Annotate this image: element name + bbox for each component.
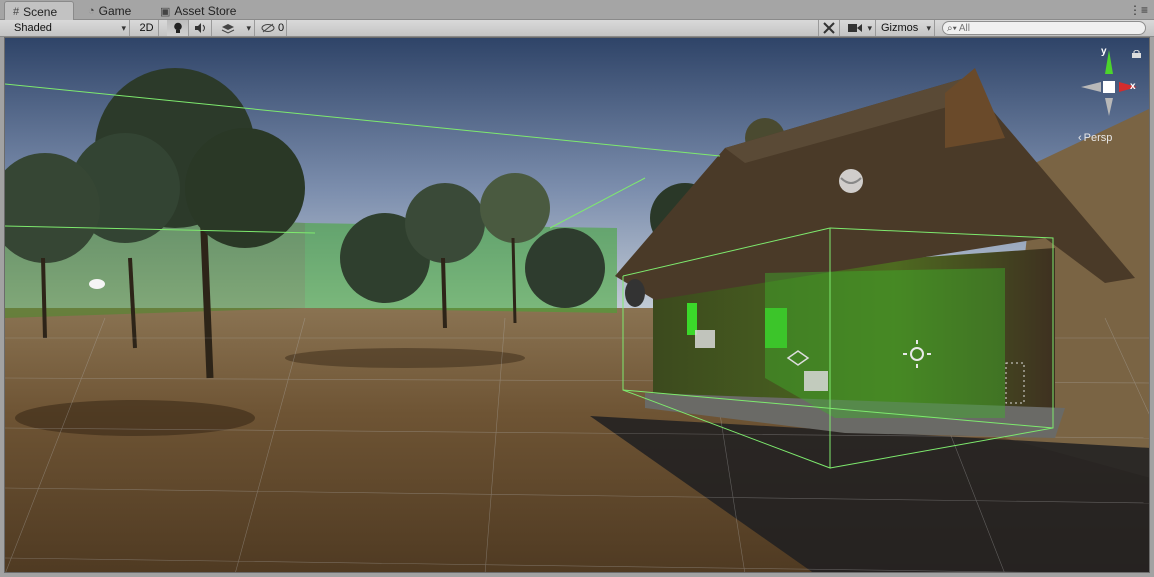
tab-scene-label: Scene: [23, 4, 58, 19]
scene-grid-icon: #: [13, 5, 20, 18]
lightbulb-icon: [173, 22, 182, 33]
chevron-left-icon: ‹: [1078, 132, 1082, 144]
x-axis-label: x: [1130, 81, 1136, 92]
scene-render[interactable]: [5, 38, 1150, 573]
wind-zone-icon[interactable]: [89, 279, 105, 289]
camera-settings-dropdown[interactable]: [842, 20, 876, 36]
hidden-objects-toggle[interactable]: 0: [257, 20, 287, 36]
search-icon: ⌕▾: [947, 22, 957, 34]
neg-y-axis-cone[interactable]: [1105, 98, 1113, 116]
hierarchy-search-field[interactable]: ⌕▾ All: [942, 21, 1146, 35]
draw-mode-label: Shaded: [14, 22, 52, 34]
tab-asset-store[interactable]: ▣ Asset Store: [152, 2, 248, 20]
tab-bar: # Scene ◔ Game ▣ Asset Store ⋮≡: [0, 0, 1154, 21]
y-axis-label: y: [1101, 46, 1107, 57]
eye-hidden-icon: [261, 23, 275, 33]
gizmos-label: Gizmos: [881, 22, 919, 34]
tree-shadow: [285, 348, 525, 368]
reflection-probe-icon[interactable]: [804, 371, 828, 391]
2d-toggle-button[interactable]: 2D: [135, 20, 159, 36]
camera-icon: [848, 24, 862, 32]
tab-asset-store-label: Asset Store: [174, 4, 237, 18]
scene-toolbar: Shaded 2D 0 Gizmos ⌕▾ All: [0, 20, 1154, 37]
neg-x-axis-cone[interactable]: [1081, 82, 1101, 92]
projection-toggle[interactable]: ‹ Persp: [1078, 132, 1112, 144]
audio-toggle-button[interactable]: [190, 20, 212, 36]
reflection-probe-icon[interactable]: [695, 330, 715, 348]
lighting-toggle-button[interactable]: [167, 20, 189, 36]
tab-game[interactable]: ◔ Game: [80, 2, 150, 20]
panel-menu-icon[interactable]: ⋮≡: [1129, 3, 1148, 17]
gizmo-center-cube[interactable]: [1103, 81, 1115, 93]
wrench-cross-icon: [823, 22, 835, 34]
scene-viewport[interactable]: y x ‹ Persp: [4, 37, 1150, 573]
viewport-bottom-border: [0, 573, 1154, 577]
barrel: [625, 279, 645, 307]
audio-source-icon[interactable]: [839, 169, 863, 193]
store-bag-icon: ▣: [160, 5, 171, 18]
tree-shadow: [15, 400, 255, 436]
lock-icon[interactable]: [1132, 50, 1141, 58]
2d-label: 2D: [139, 22, 154, 34]
search-placeholder: All: [958, 22, 970, 34]
hidden-count: 0: [278, 22, 285, 34]
gizmos-dropdown[interactable]: Gizmos: [877, 20, 935, 36]
speaker-icon: [194, 23, 205, 33]
projection-label: Persp: [1083, 132, 1113, 144]
tab-scene[interactable]: # Scene: [4, 1, 74, 21]
effects-layers-icon: [221, 23, 235, 34]
scene-tools-button[interactable]: [818, 20, 840, 36]
collider-volume: [765, 268, 1005, 418]
game-pacman-icon: ◔: [88, 5, 95, 17]
draw-mode-dropdown[interactable]: Shaded: [8, 20, 130, 36]
effects-dropdown[interactable]: [213, 20, 255, 36]
tab-game-label: Game: [98, 4, 132, 18]
